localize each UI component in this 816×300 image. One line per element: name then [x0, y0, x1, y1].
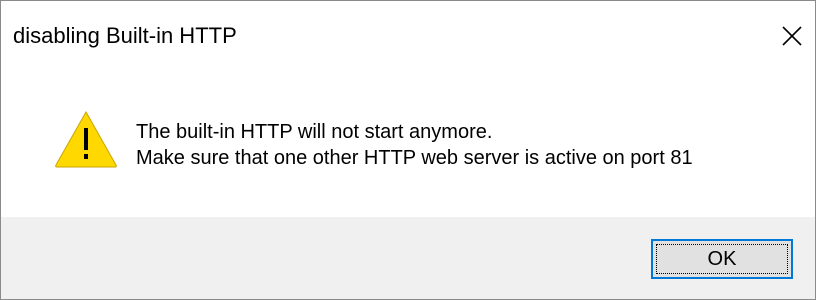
- title-bar: disabling Built-in HTTP: [1, 1, 815, 67]
- message-line-2: Make sure that one other HTTP web server…: [136, 147, 693, 169]
- ok-button[interactable]: OK: [651, 239, 793, 279]
- dialog-content: The built-in HTTP will not start anymore…: [1, 67, 815, 217]
- message-text: The built-in HTTP will not start anymore…: [136, 119, 693, 171]
- ok-button-label: OK: [707, 247, 737, 270]
- button-bar: OK: [1, 217, 815, 299]
- close-icon: [782, 26, 802, 46]
- close-button[interactable]: [775, 19, 809, 53]
- warning-icon: [55, 110, 117, 168]
- message-dialog: disabling Built-in HTTP The built-in HTT…: [0, 0, 816, 300]
- window-title: disabling Built-in HTTP: [13, 23, 237, 48]
- message-line-1: The built-in HTTP will not start anymore…: [136, 121, 493, 143]
